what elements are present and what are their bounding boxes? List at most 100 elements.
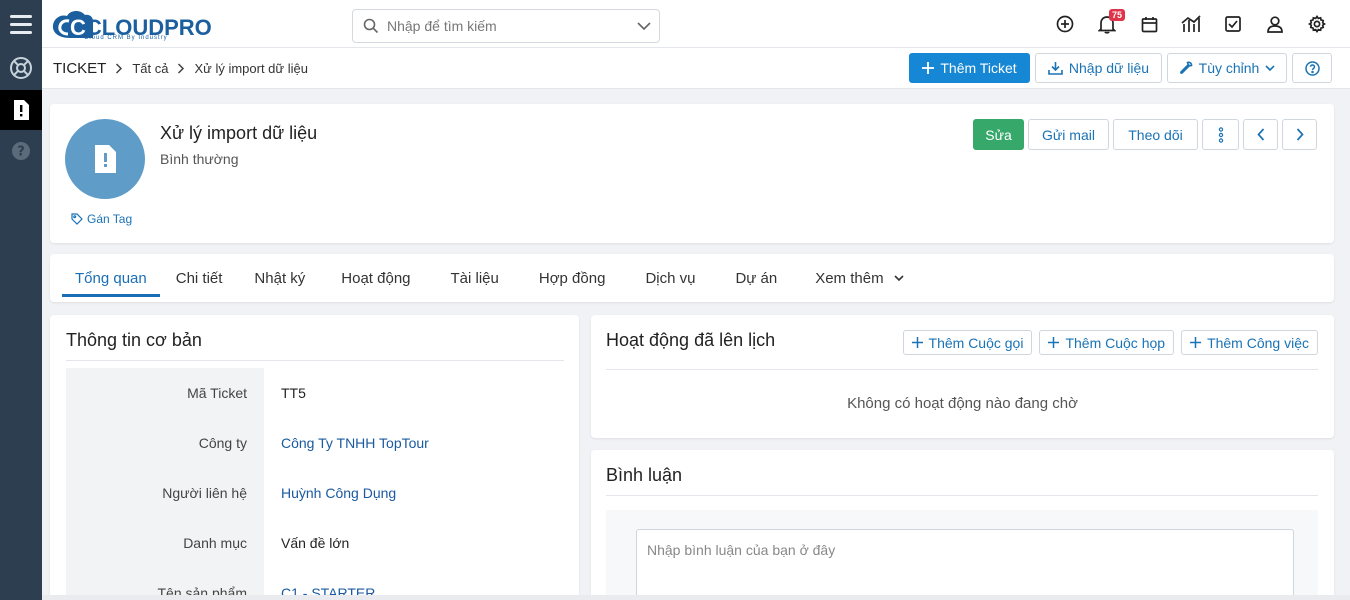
breadcrumb-list[interactable]: Tất cả (132, 61, 168, 76)
chevron-down-icon (1265, 64, 1275, 71)
tab-services[interactable]: Dịch vụ (625, 254, 715, 302)
user-profile-button[interactable] (1254, 0, 1296, 48)
divider (606, 495, 1318, 496)
add-call-label: Thêm Cuộc gọi (928, 334, 1024, 351)
field-label: Mã Ticket (66, 368, 264, 418)
reports-button[interactable] (1170, 0, 1212, 48)
send-mail-button[interactable]: Gửi mail (1028, 119, 1109, 150)
tab-projects[interactable]: Dự án (715, 254, 797, 302)
search-icon (363, 18, 379, 34)
field-value-contact-link[interactable]: Huỳnh Công Dụng (264, 485, 396, 501)
rail-item-support[interactable] (0, 48, 42, 88)
field-row: Mã Ticket TT5 (66, 368, 564, 418)
ticket-document-icon (14, 100, 29, 120)
vertical-dots-icon (1218, 126, 1223, 143)
scheduled-activities-card: Hoạt động đã lên lịch Thêm Cuộc gọi Thêm… (591, 315, 1334, 438)
tasks-button[interactable] (1212, 0, 1254, 48)
more-options-button[interactable] (1202, 119, 1239, 150)
breadcrumb-module[interactable]: TICKET (53, 60, 106, 77)
edit-button[interactable]: Sửa (973, 119, 1024, 150)
field-value-category: Vấn đề lớn (281, 535, 350, 551)
search-input[interactable] (387, 18, 629, 34)
scheduled-actions: Thêm Cuộc gọi Thêm Cuộc họp Thêm Công vi… (902, 330, 1318, 355)
plus-circle-icon (1056, 15, 1074, 33)
bottom-edge (42, 595, 1350, 600)
gear-icon (1308, 15, 1326, 33)
rail-item-help[interactable]: ? (0, 131, 42, 171)
plus-icon (1190, 337, 1202, 348)
logo-tagline: Cloud CRM By Industry (84, 35, 168, 41)
assign-tag-link[interactable]: Gán Tag (71, 212, 132, 226)
chevron-down-icon (893, 274, 904, 281)
record-title: Xử lý import dữ liệu (160, 123, 318, 143)
left-rail: ? (0, 0, 42, 600)
rail-item-tickets[interactable] (0, 90, 42, 130)
import-data-button[interactable]: Nhập dữ liệu (1035, 53, 1162, 83)
tab-more-label: Xem thêm (815, 269, 884, 287)
top-icon-group: 75 (1044, 0, 1338, 48)
tab-activities[interactable]: Hoạt động (321, 254, 430, 302)
field-row: Người liên hệ Huỳnh Công Dụng (66, 468, 564, 518)
wrench-icon (1179, 61, 1192, 74)
add-ticket-button[interactable]: Thêm Ticket (909, 53, 1030, 83)
hamburger-menu-button[interactable] (0, 0, 42, 48)
scheduled-activities-title: Hoạt động đã lên lịch (606, 330, 776, 350)
download-icon (1048, 62, 1063, 75)
tab-details[interactable]: Chi tiết (160, 254, 239, 302)
chevron-right-icon (1296, 128, 1304, 141)
previous-record-button[interactable] (1243, 119, 1278, 150)
field-value-ticket-id: TT5 (281, 385, 306, 401)
ticket-document-icon (95, 145, 116, 173)
plus-icon (1048, 337, 1060, 348)
cloudpro-logo[interactable]: CCLOUDPRO Cloud CRM By Industry (48, 6, 212, 44)
hamburger-icon (10, 14, 32, 34)
add-meeting-label: Thêm Cuộc họp (1065, 334, 1166, 351)
plus-icon (911, 337, 923, 348)
next-record-button[interactable] (1282, 119, 1317, 150)
basic-info-title: Thông tin cơ bản (66, 330, 202, 350)
notifications-button[interactable]: 75 (1086, 0, 1128, 48)
add-call-button[interactable]: Thêm Cuộc gọi (902, 330, 1033, 355)
follow-button[interactable]: Theo dõi (1113, 119, 1198, 150)
basic-info-card: Thông tin cơ bản Mã Ticket TT5 Công ty C… (50, 315, 579, 600)
calendar-button[interactable] (1128, 0, 1170, 48)
chevron-left-icon (1256, 128, 1264, 141)
tab-overview[interactable]: Tổng quan (62, 254, 160, 302)
record-actions: Sửa Gửi mail Theo dõi (973, 119, 1317, 150)
tab-contracts[interactable]: Hợp đồng (519, 254, 626, 302)
chevron-down-icon (637, 21, 651, 30)
global-search[interactable] (352, 9, 660, 43)
tab-more[interactable]: Xem thêm (797, 254, 921, 302)
add-task-label: Thêm Công việc (1207, 334, 1309, 351)
question-circle-icon (1304, 60, 1320, 76)
field-row: Công ty Công Ty TNHH TopTour (66, 418, 564, 468)
empty-activities-message: Không có hoạt động nào đang chờ (847, 395, 1078, 412)
quick-create-button[interactable] (1044, 0, 1086, 48)
field-value-company-link[interactable]: Công Ty TNHH TopTour (264, 435, 429, 451)
field-label: Người liên hệ (66, 468, 264, 518)
settings-button[interactable] (1296, 0, 1338, 48)
svg-text:?: ? (17, 145, 25, 160)
add-meeting-button[interactable]: Thêm Cuộc họp (1039, 330, 1175, 355)
tab-documents[interactable]: Tài liệu (431, 254, 519, 302)
breadcrumb-current: Xử lý import dữ liệu (194, 61, 308, 76)
calendar-icon (1141, 16, 1157, 32)
chart-icon (1181, 15, 1201, 32)
customize-dropdown-button[interactable]: Tùy chỉnh (1167, 53, 1287, 83)
help-button[interactable] (1292, 53, 1332, 83)
field-label: Danh mục (66, 518, 264, 568)
divider (606, 369, 1318, 370)
add-task-button[interactable]: Thêm Công việc (1181, 330, 1318, 355)
comments-card: Bình luận (591, 450, 1334, 600)
customize-label: Tùy chỉnh (1198, 60, 1260, 76)
comment-input[interactable] (636, 529, 1294, 600)
search-dropdown-chevron[interactable] (629, 21, 659, 31)
tab-log[interactable]: Nhật ký (238, 254, 321, 302)
add-ticket-label: Thêm Ticket (940, 60, 1017, 76)
record-priority: Bình thường (160, 151, 239, 167)
breadcrumb: TICKET Tất cả Xử lý import dữ liệu (53, 60, 308, 77)
user-icon (1267, 15, 1283, 33)
page-actions: Thêm Ticket Nhập dữ liệu Tùy chỉnh (909, 53, 1332, 83)
checkbox-icon (1225, 16, 1241, 32)
breadcrumb-bar: TICKET Tất cả Xử lý import dữ liệu Thêm … (42, 48, 1350, 89)
